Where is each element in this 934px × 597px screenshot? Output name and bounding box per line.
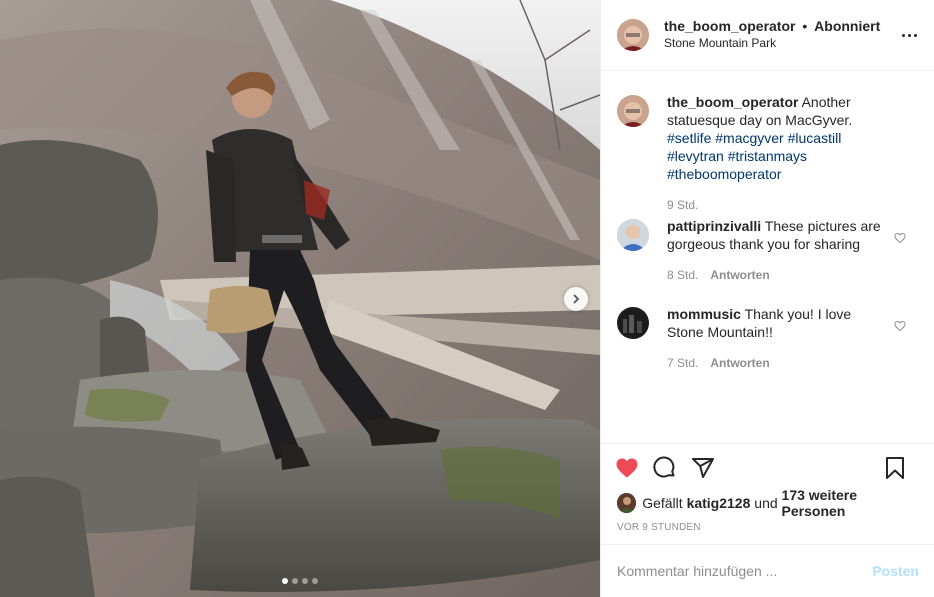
comment-input[interactable] [617, 563, 873, 579]
carousel-dot [292, 578, 298, 584]
more-options-button[interactable] [902, 27, 918, 43]
caption-meta: 9 Std. [667, 196, 889, 214]
likes-prefix: Gefällt [642, 495, 683, 511]
comment-item: mommusic Thank you! I love Stone Mountai… [617, 305, 918, 372]
add-comment-form: Posten [601, 544, 934, 597]
comment-body: pattiprinzivalli These pictures are gorg… [667, 217, 889, 284]
share-button[interactable] [691, 456, 715, 480]
location-link[interactable]: Stone Mountain Park [664, 35, 880, 52]
share-icon [692, 458, 714, 478]
save-button[interactable] [883, 456, 907, 480]
avatar[interactable] [617, 219, 649, 251]
heart-icon [894, 232, 906, 244]
comment-time[interactable]: 7 Std. [667, 354, 698, 372]
avatar[interactable] [617, 19, 649, 51]
comment-button[interactable] [653, 456, 677, 480]
hashtag-link[interactable]: #lucastill [788, 130, 842, 146]
comment-icon [653, 456, 675, 478]
separator: • [802, 18, 808, 34]
post-side-panel: the_boom_operator • Abonniert Stone Moun… [600, 0, 934, 597]
caption: the_boom_operator Another statuesque day… [617, 93, 918, 214]
reply-button[interactable]: Antworten [710, 354, 769, 372]
caption-time[interactable]: 9 Std. [667, 196, 698, 214]
carousel-dot [302, 578, 308, 584]
post-photo[interactable] [0, 0, 600, 597]
chevron-right-icon [573, 294, 580, 304]
header-text: the_boom_operator • Abonniert Stone Moun… [664, 18, 880, 52]
action-bar [601, 444, 934, 492]
follow-status[interactable]: Abonniert [814, 18, 880, 34]
caption-username[interactable]: the_boom_operator [667, 94, 798, 110]
carousel-dot [312, 578, 318, 584]
carousel-indicator [282, 578, 318, 584]
comment-meta: 8 Std. Antworten [667, 266, 889, 284]
comment-item: pattiprinzivalli These pictures are gorg… [617, 217, 918, 284]
caption-body: the_boom_operator Another statuesque day… [667, 93, 889, 214]
author-username[interactable]: the_boom_operator [664, 18, 795, 34]
likes-summary: Gefällt katig2128 und 173 weitere Person… [601, 487, 934, 519]
instagram-post: the_boom_operator • Abonniert Stone Moun… [0, 0, 934, 597]
comment-time[interactable]: 8 Std. [667, 266, 698, 284]
more-icon [902, 33, 917, 37]
avatar[interactable] [617, 95, 649, 127]
post-header: the_boom_operator • Abonniert Stone Moun… [601, 0, 934, 71]
post-actions: Gefällt katig2128 und 173 weitere Person… [601, 443, 934, 542]
avatar[interactable] [617, 493, 637, 513]
comment-body: mommusic Thank you! I love Stone Mountai… [667, 305, 889, 372]
hashtag-link[interactable]: #theboomoperator [667, 166, 781, 182]
comment-username[interactable]: pattiprinzivalli [667, 218, 761, 234]
bookmark-icon [886, 457, 904, 479]
hashtag-link[interactable]: #levytran [667, 148, 724, 164]
liker-username[interactable]: katig2128 [687, 495, 751, 511]
like-button[interactable] [615, 456, 639, 480]
heart-icon [616, 458, 638, 478]
hashtag-link[interactable]: #macgyver [715, 130, 783, 146]
comment-meta: 7 Std. Antworten [667, 354, 889, 372]
reply-button[interactable]: Antworten [710, 266, 769, 284]
post-image [0, 0, 600, 597]
heart-icon [894, 320, 906, 332]
carousel-dot [282, 578, 288, 584]
post-comment-button[interactable]: Posten [872, 563, 919, 579]
likes-joiner: und [754, 495, 778, 511]
like-comment-button[interactable] [894, 319, 906, 335]
comment-username[interactable]: mommusic [667, 306, 741, 322]
like-comment-button[interactable] [894, 231, 906, 247]
hashtag-link[interactable]: #setlife [667, 130, 711, 146]
hashtag-link[interactable]: #tristanmays [728, 148, 807, 164]
avatar[interactable] [617, 307, 649, 339]
next-image-button[interactable] [564, 287, 588, 311]
